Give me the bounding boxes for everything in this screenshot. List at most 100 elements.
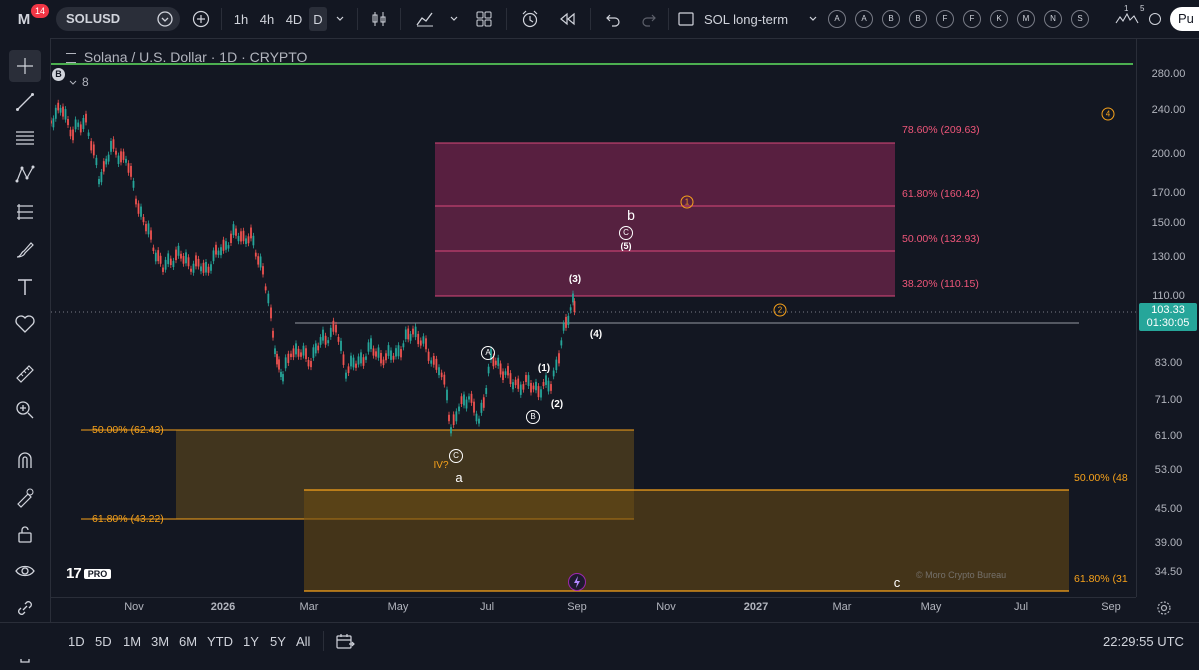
candles-icon[interactable] — [366, 0, 392, 38]
candle-body — [360, 352, 362, 364]
notification-badge[interactable]: 14 — [31, 4, 50, 18]
candle-body — [297, 348, 300, 357]
heart-icon[interactable] — [9, 308, 41, 340]
layout-square-icon[interactable] — [675, 0, 697, 38]
candle-body — [215, 244, 217, 255]
alert-letter-chip[interactable]: A — [828, 10, 846, 28]
indicators-chevron-down-icon[interactable] — [446, 0, 462, 38]
candle-body — [365, 356, 367, 360]
range-5d[interactable]: 5D — [95, 623, 112, 659]
layout-chevron-down-icon[interactable] — [805, 0, 821, 38]
save-icon[interactable] — [1144, 0, 1166, 38]
add-symbol-icon[interactable] — [190, 0, 212, 38]
interval-d[interactable]: D — [309, 7, 327, 31]
price-label: 130.00 — [1151, 251, 1186, 263]
candle-body — [210, 264, 212, 271]
layouts-grid-icon[interactable] — [471, 0, 497, 38]
candle-body — [240, 231, 242, 242]
undo-icon[interactable] — [600, 0, 626, 38]
intervals-chevron-down-icon[interactable] — [331, 0, 349, 38]
candle-body — [274, 348, 276, 355]
time-label: May — [920, 601, 942, 613]
interval-4h[interactable]: 4h — [255, 0, 279, 38]
redo-icon[interactable] — [636, 0, 662, 38]
alert-letter-chip[interactable]: F — [936, 10, 954, 28]
fib-label-lower-500: 50.00% (62.43) — [92, 424, 164, 436]
interval-1h[interactable]: 1h — [229, 0, 253, 38]
brush-icon[interactable] — [9, 234, 41, 266]
indicators-icon[interactable] — [410, 0, 440, 38]
candle-body — [62, 106, 64, 117]
candle-body — [220, 247, 222, 256]
compare-icon[interactable] — [156, 10, 174, 33]
range-1d[interactable]: 1D — [68, 623, 85, 659]
candle-body — [377, 347, 380, 358]
candle-body — [292, 348, 295, 358]
candle-body — [147, 223, 150, 235]
lightning-event-icon[interactable] — [568, 573, 586, 591]
range-1y[interactable]: 1Y — [243, 623, 259, 659]
fib-retracement-icon[interactable] — [9, 196, 41, 228]
candle-body — [295, 343, 297, 355]
chart-settings-gear-icon[interactable] — [1156, 600, 1172, 621]
candle-body — [290, 353, 292, 358]
alert-letter-chip[interactable]: S — [1071, 10, 1089, 28]
candle-body — [98, 178, 100, 185]
candle-body — [54, 107, 57, 119]
date-range-calendar-icon[interactable] — [335, 623, 355, 659]
candle-body — [407, 328, 410, 340]
trend-line-icon[interactable] — [9, 86, 41, 118]
candle-body — [572, 293, 574, 303]
candle-body — [387, 345, 390, 356]
draw-lock-icon[interactable] — [9, 481, 41, 513]
alert-letter-chip[interactable]: B — [909, 10, 927, 28]
alert-clock-icon[interactable] — [516, 0, 544, 38]
range-ytd[interactable]: YTD — [207, 623, 233, 659]
candle-body — [187, 257, 190, 267]
candle-body — [332, 320, 335, 332]
alert-letter-chip[interactable]: A — [855, 10, 873, 28]
price-label: 83.00 — [1154, 357, 1183, 369]
wave-label-a: a — [455, 470, 463, 485]
alert-letter-chip[interactable]: M — [1017, 10, 1035, 28]
price-axis[interactable]: 280.00 240.00 200.00 170.00 150.00 130.0… — [1136, 39, 1199, 597]
candle-body — [140, 206, 142, 217]
legend-collapse-icon[interactable] — [66, 53, 76, 64]
magnet-icon[interactable] — [9, 444, 41, 476]
symbol-search[interactable]: SOLUSD — [56, 7, 180, 31]
candle-body — [287, 353, 290, 363]
pattern-icon[interactable] — [9, 158, 41, 190]
publish-button[interactable]: Pu — [1170, 7, 1199, 31]
replay-icon[interactable] — [554, 0, 580, 38]
candle-body — [307, 360, 310, 367]
alert-letter-chip[interactable]: F — [963, 10, 981, 28]
interval-4d[interactable]: 4D — [281, 0, 307, 38]
waves-count-a: 1 — [1124, 4, 1129, 13]
range-5y[interactable]: 5Y — [270, 623, 286, 659]
alert-letter-chip[interactable]: N — [1044, 10, 1062, 28]
text-tool-icon[interactable] — [9, 271, 41, 303]
link-icon[interactable] — [9, 592, 41, 624]
layout-name[interactable]: SOL long-term — [704, 0, 804, 38]
range-6m[interactable]: 6M — [179, 623, 197, 659]
candle-body — [329, 327, 332, 337]
indicator-badge-icon[interactable]: B — [52, 68, 65, 81]
horizontal-lines-icon[interactable] — [9, 122, 41, 154]
time-axis[interactable]: Nov 2026 Mar May Jul Sep Nov 2027 Mar Ma… — [51, 597, 1136, 622]
crosshair-icon[interactable] — [9, 50, 41, 82]
range-3m[interactable]: 3M — [151, 623, 169, 659]
candle-body — [319, 337, 322, 345]
alert-letter-chip[interactable]: K — [990, 10, 1008, 28]
ruler-icon[interactable] — [9, 358, 41, 390]
alert-letter-chip[interactable]: B — [882, 10, 900, 28]
candle-body — [432, 355, 435, 365]
range-all[interactable]: All — [296, 623, 310, 659]
indicator-chevron-icon[interactable] — [69, 73, 77, 91]
range-1m[interactable]: 1M — [123, 623, 141, 659]
lock-icon[interactable] — [9, 518, 41, 550]
eye-icon[interactable] — [9, 555, 41, 587]
candle-body — [267, 293, 270, 304]
zoom-in-icon[interactable] — [9, 394, 41, 426]
clock-time[interactable]: 22:29:55 UTC — [1103, 623, 1184, 659]
tv-logo-icon: 17 — [66, 565, 82, 582]
